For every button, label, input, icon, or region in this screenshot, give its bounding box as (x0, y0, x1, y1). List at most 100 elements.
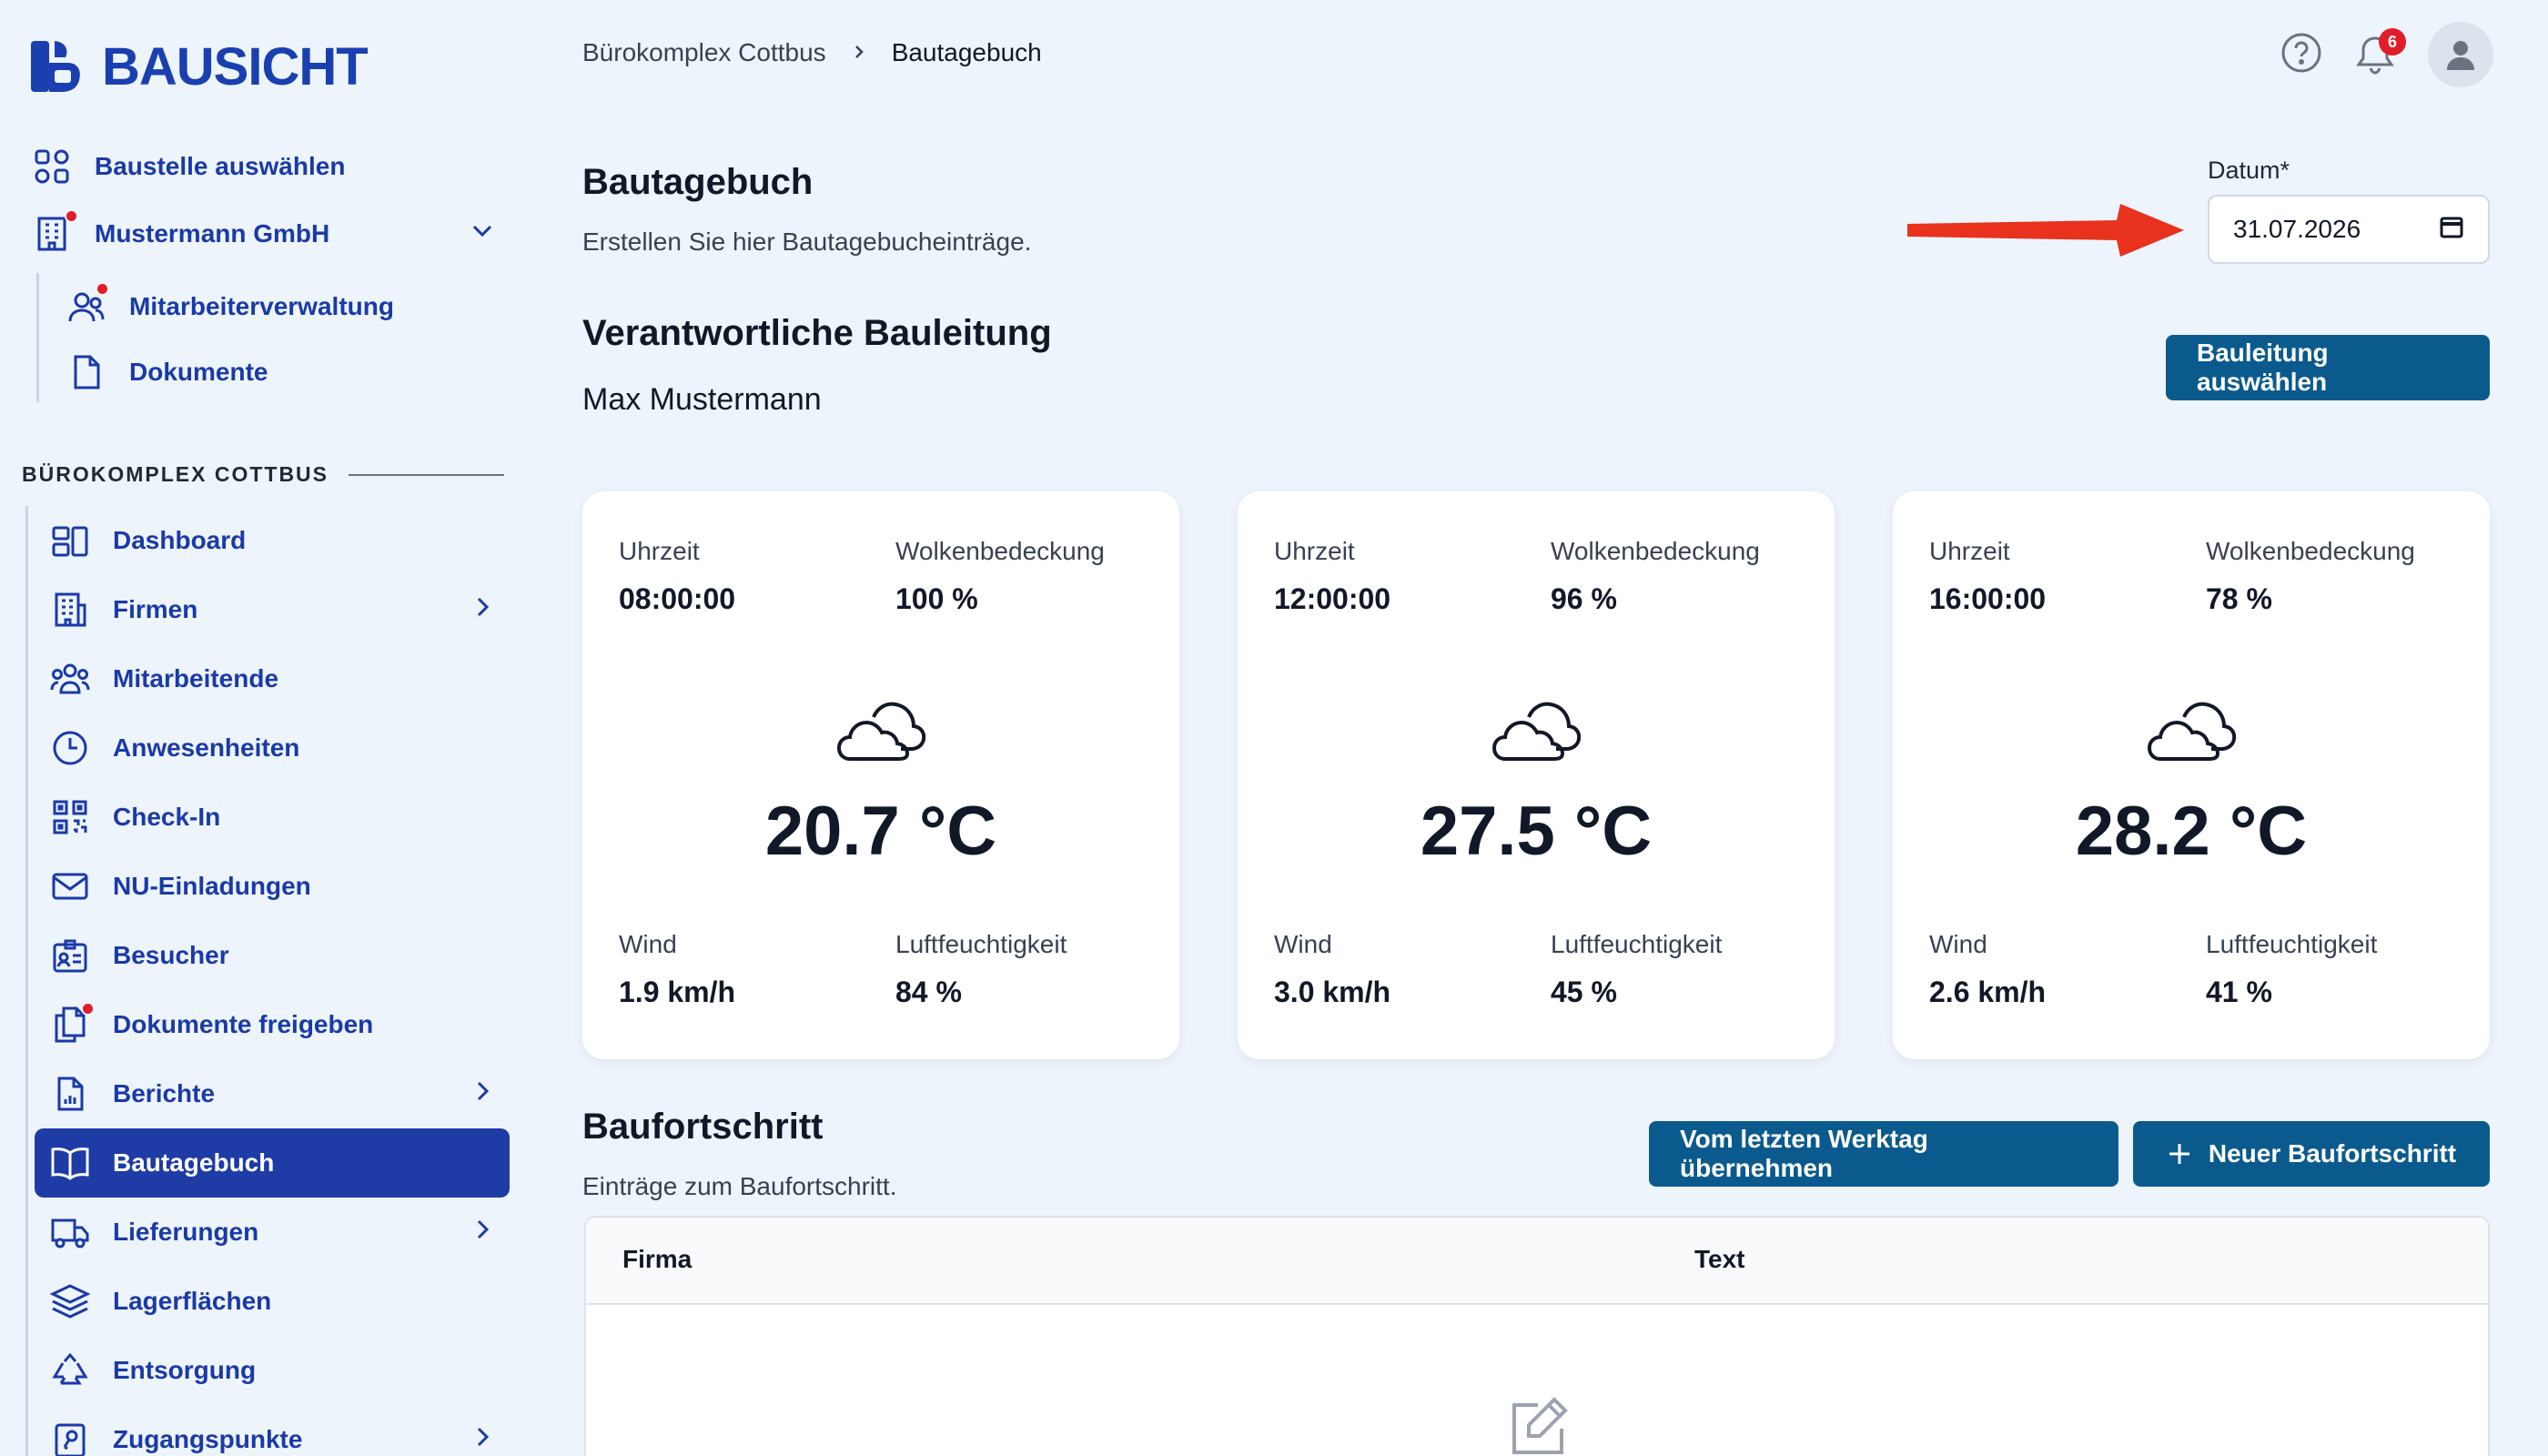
notification-dot (96, 282, 109, 296)
nav-staff[interactable]: Mitarbeitende (49, 658, 278, 700)
nav-employee-management[interactable]: Mitarbeiterverwaltung (66, 282, 394, 328)
layers-icon (49, 1280, 91, 1322)
nav-documents-label: Dokumente (129, 358, 268, 386)
nav-release-documents[interactable]: Dokumente freigeben (49, 1002, 373, 1046)
date-label: Datum* (2208, 157, 2290, 184)
copy-last-workday-button[interactable]: Vom letzten Werktag übernehmen (1649, 1121, 2118, 1187)
nav-employee-management-label: Mitarbeiterverwaltung (129, 292, 394, 320)
annotation-arrow (1907, 204, 2184, 257)
cloud-icon (1492, 702, 1582, 761)
nav-documents[interactable]: Dokumente (66, 351, 268, 393)
building-icon (49, 589, 91, 631)
brand-logo-icon (31, 41, 80, 92)
nav-access-points[interactable]: Zugangspunkte (49, 1419, 495, 1456)
weather-card-noon: Uhrzeit Wolkenbedeckung 12:00:00 96 % 27… (1238, 491, 1835, 1059)
table-header: Firma Text (586, 1218, 2488, 1305)
tree-line (36, 273, 39, 402)
mail-icon (49, 865, 91, 907)
leader-name: Max Mustermann (582, 382, 822, 417)
humidity-value: 84 % (895, 976, 962, 1008)
nav-storage-areas[interactable]: Lagerflächen (49, 1280, 271, 1322)
avatar[interactable] (2428, 22, 2493, 87)
nav-company-label: Mustermann GmbH (95, 219, 330, 248)
nav-visitors[interactable]: Besucher (49, 935, 229, 976)
building-icon (31, 209, 78, 255)
time-label: Uhrzeit (619, 537, 700, 565)
clouds-label: Wolkenbedeckung (2206, 537, 2415, 565)
nav-reports[interactable]: Berichte (49, 1073, 495, 1115)
temperature-value: 27.5 °C (1420, 793, 1653, 870)
team-icon (49, 658, 91, 700)
chevron-right-icon[interactable] (470, 594, 495, 626)
qr-code-icon (49, 796, 91, 838)
chevron-right-icon[interactable] (470, 1424, 495, 1456)
nav-disposal[interactable]: Entsorgung (49, 1350, 256, 1391)
time-label: Uhrzeit (1274, 537, 1355, 565)
notification-dot (81, 1002, 95, 1016)
nav-check-in-label: Check-In (113, 803, 221, 831)
header-actions: 6 (2280, 22, 2493, 87)
nav-disposal-label: Entsorgung (113, 1356, 257, 1384)
id-badge-icon (49, 935, 91, 976)
nav-companies[interactable]: Firmen (49, 589, 495, 631)
logo[interactable]: BAUSICHT (27, 35, 369, 98)
notifications-button[interactable]: 6 (2355, 28, 2406, 76)
date-field-value: 31.07.2026 (2233, 215, 2361, 243)
progress-table: Firma Text (584, 1216, 2490, 1456)
brand-name: BAUSICHT (102, 36, 369, 96)
clouds-label: Wolkenbedeckung (1551, 537, 1760, 565)
progress-heading: Baufortschritt (582, 1107, 824, 1147)
chevron-right-icon[interactable] (470, 1078, 495, 1110)
clouds-value: 96 % (1551, 582, 1617, 615)
grid-icon (31, 146, 73, 187)
sidebar: BAUSICHT Baustelle auswählen Mustermann … (0, 0, 528, 1456)
column-company[interactable]: Firma (622, 1245, 692, 1274)
nav-attendance-label: Anwesenheiten (113, 733, 300, 762)
chevron-down-icon[interactable] (470, 218, 495, 250)
page-title: Bautagebuch (582, 162, 814, 202)
documents-copy-icon (49, 1002, 95, 1046)
nav-deliveries[interactable]: Lieferungen (49, 1211, 495, 1253)
nav-storage-areas-label: Lagerflächen (113, 1287, 272, 1315)
nav-select-site[interactable]: Baustelle auswählen (31, 146, 345, 187)
new-progress-label: Neuer Baufortschritt (2208, 1139, 2457, 1168)
column-text[interactable]: Text (1694, 1245, 1745, 1274)
nav-construction-diary-label: Bautagebuch (113, 1148, 275, 1177)
clouds-label: Wolkenbedeckung (895, 537, 1105, 565)
select-leader-button[interactable]: Bauleitung auswählen (2166, 335, 2490, 400)
nav-sub-invitations[interactable]: NU-Einladungen (49, 865, 311, 907)
progress-subtitle: Einträge zum Baufortschritt. (582, 1172, 897, 1200)
nav-check-in[interactable]: Check-In (49, 796, 220, 838)
nav-select-site-label: Baustelle auswählen (95, 152, 346, 180)
humidity-label: Luftfeuchtigkeit (2206, 930, 2378, 958)
temperature-value: 28.2 °C (2075, 793, 2308, 870)
breadcrumb-site[interactable]: Bürokomplex Cottbus (582, 38, 826, 67)
date-field[interactable]: 31.07.2026 (2208, 195, 2490, 264)
nav-staff-label: Mitarbeitende (113, 664, 279, 693)
humidity-label: Luftfeuchtigkeit (1551, 930, 1723, 958)
new-progress-button[interactable]: Neuer Baufortschritt (2133, 1121, 2490, 1187)
nav-dashboard[interactable]: Dashboard (49, 520, 246, 561)
wind-label: Wind (619, 930, 677, 958)
nav-construction-diary[interactable]: Bautagebuch (49, 1142, 274, 1184)
nav-companies-label: Firmen (113, 595, 198, 623)
chevron-right-icon (850, 38, 868, 67)
help-icon[interactable] (2280, 32, 2322, 78)
weather-card-morning: Uhrzeit Wolkenbedeckung 08:00:00 100 % 2… (582, 491, 1179, 1059)
wind-value: 1.9 km/h (619, 976, 736, 1008)
notification-dot (65, 209, 78, 223)
nav-company[interactable]: Mustermann GmbH (31, 209, 495, 255)
chevron-right-icon[interactable] (470, 1217, 495, 1249)
nav-visitors-label: Besucher (113, 941, 229, 969)
section-title-text: BÜROKOMPLEX COTTBUS (22, 462, 329, 486)
humidity-value: 41 % (2206, 976, 2272, 1008)
nav-attendance[interactable]: Anwesenheiten (49, 727, 299, 769)
wind-value: 3.0 km/h (1274, 976, 1391, 1008)
plus-icon (2169, 1144, 2189, 1164)
key-card-icon (49, 1419, 91, 1456)
clouds-value: 78 % (2206, 582, 2272, 615)
page-subtitle: Erstellen Sie hier Bautagebucheinträge. (582, 228, 1032, 256)
breadcrumb: Bürokomplex Cottbus Bautagebuch (582, 38, 1042, 67)
calendar-icon[interactable] (2439, 214, 2464, 246)
humidity-value: 45 % (1551, 976, 1617, 1008)
